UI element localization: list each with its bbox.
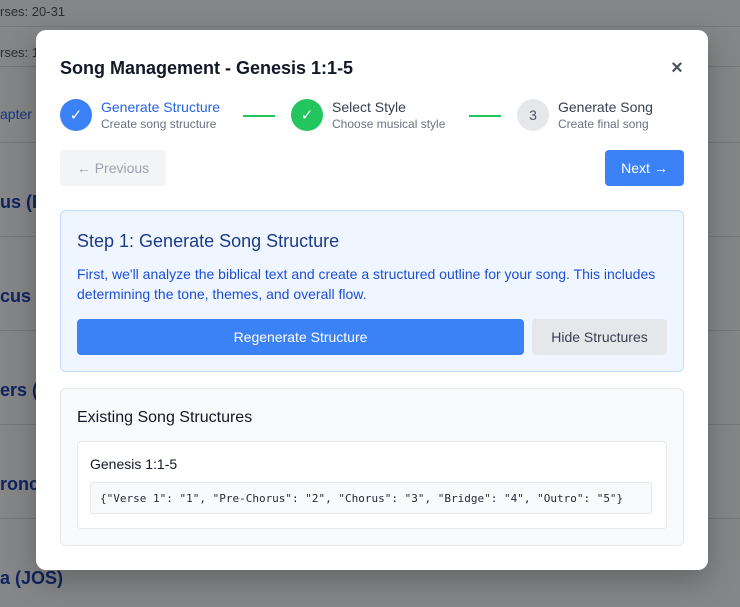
step-sublabel: Choose musical style <box>332 117 446 131</box>
existing-structures-panel: Existing Song Structures Genesis 1:1-5 {… <box>60 388 684 546</box>
step-text: Generate Song Create final song <box>558 98 653 132</box>
existing-structures-heading: Existing Song Structures <box>77 409 253 426</box>
step-sublabel: Create final song <box>558 117 649 131</box>
structure-title: Genesis 1:1-5 <box>90 456 178 472</box>
step-text: Select Style Choose musical style <box>332 98 445 132</box>
step-connector <box>469 115 501 117</box>
check-icon: ✓ <box>291 99 323 131</box>
previous-button[interactable]: ← Previous <box>60 150 166 186</box>
check-icon: ✓ <box>60 99 92 131</box>
step-text: Generate Structure Create song structure <box>101 98 220 132</box>
step-label: Generate Structure <box>101 99 221 115</box>
step-select-style[interactable]: ✓ Select Style Choose musical style <box>291 98 445 132</box>
step-connector <box>243 115 275 117</box>
close-icon[interactable]: × <box>668 58 686 78</box>
step-label: Select Style <box>332 99 406 115</box>
step-generate-structure[interactable]: ✓ Generate Structure Create song structu… <box>60 98 220 132</box>
step-number-badge: 3 <box>517 99 549 131</box>
step-sublabel: Create song structure <box>101 117 217 131</box>
structure-json: {"Verse 1": "1", "Pre-Chorus": "2", "Cho… <box>90 482 652 514</box>
regenerate-structure-button[interactable]: Regenerate Structure <box>77 319 524 355</box>
song-management-modal: Song Management - Genesis 1:1-5 × ✓ Gene… <box>36 30 708 570</box>
structure-card[interactable]: Genesis 1:1-5 {"Verse 1": "1", "Pre-Chor… <box>77 441 667 529</box>
step-generate-song[interactable]: 3 Generate Song Create final song <box>517 98 653 132</box>
next-button[interactable]: Next → <box>605 150 684 186</box>
step-label: Generate Song <box>558 99 653 115</box>
step-description: First, we'll analyze the biblical text a… <box>77 266 656 302</box>
hide-structures-button[interactable]: Hide Structures <box>532 319 667 355</box>
step-panel: Step 1: Generate Song Structure First, w… <box>60 210 684 372</box>
modal-title: Song Management - Genesis 1:1-5 <box>60 58 354 78</box>
step-heading: Step 1: Generate Song Structure <box>77 231 340 251</box>
